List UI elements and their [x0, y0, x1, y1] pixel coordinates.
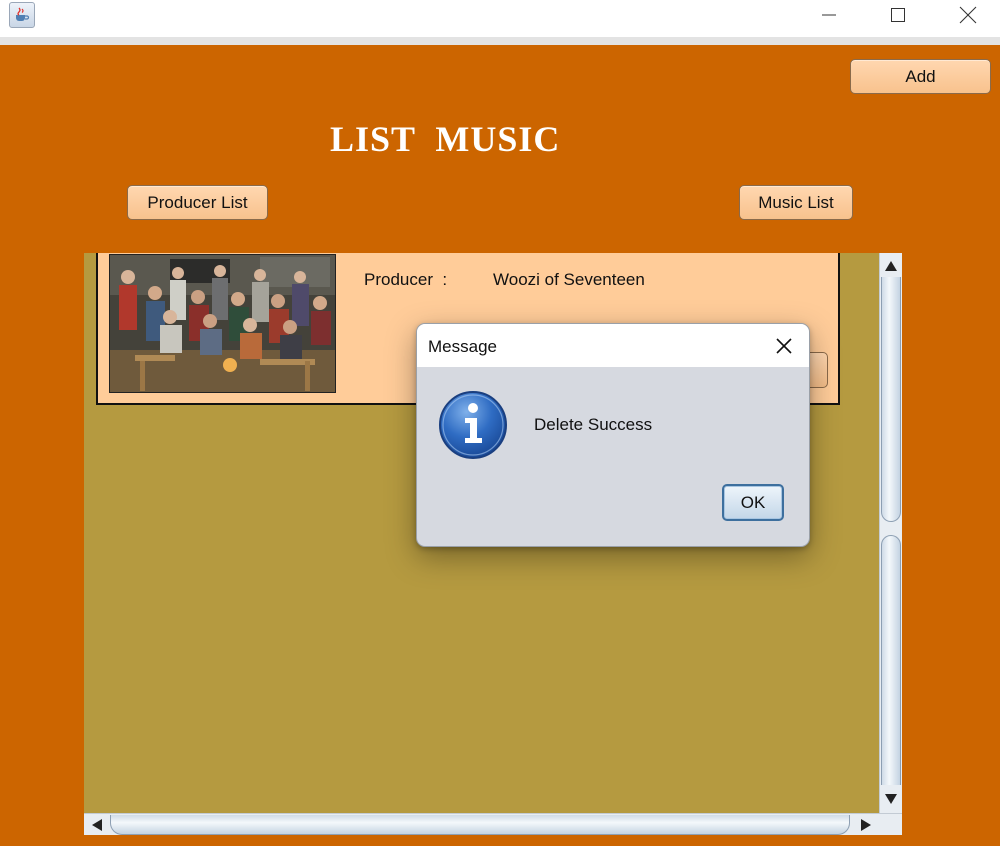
dialog-message: Delete Success: [534, 415, 653, 434]
minimize-button[interactable]: [806, 0, 852, 30]
ok-button[interactable]: OK: [722, 484, 784, 521]
album-photo: [109, 254, 336, 393]
close-button[interactable]: [945, 0, 991, 30]
maximize-icon: [891, 8, 905, 22]
vertical-scroll-thumb-top[interactable]: [881, 277, 901, 522]
close-icon: [959, 6, 977, 24]
producer-list-button[interactable]: Producer List: [127, 185, 268, 220]
scroll-left-icon[interactable]: [92, 819, 102, 831]
add-button[interactable]: Add: [850, 59, 991, 94]
horizontal-scrollbar[interactable]: [84, 813, 902, 835]
horizontal-scroll-thumb[interactable]: [110, 815, 850, 835]
producer-label: Producer :: [364, 270, 448, 289]
java-coffee-cup-icon[interactable]: [9, 2, 35, 28]
music-list-button[interactable]: Music List: [739, 185, 853, 220]
maximize-button[interactable]: [875, 0, 921, 30]
menu-strip: [0, 37, 1000, 45]
info-icon: [439, 391, 507, 459]
message-dialog: Message Delete Success OK: [416, 323, 810, 547]
dialog-close-button[interactable]: [769, 332, 799, 360]
minimize-icon: [822, 14, 836, 16]
scroll-up-icon[interactable]: [885, 261, 897, 271]
producer-name: Woozi of Seventeen: [493, 270, 645, 289]
vertical-scroll-thumb-bottom[interactable]: [881, 535, 901, 785]
dialog-titlebar: Message: [417, 324, 809, 367]
scroll-right-icon[interactable]: [861, 819, 871, 831]
page-title: LIST MUSIC: [330, 119, 561, 159]
scroll-down-icon[interactable]: [885, 794, 897, 804]
dialog-title: Message: [428, 337, 497, 356]
close-icon: [776, 338, 792, 354]
vertical-scrollbar[interactable]: [879, 253, 902, 813]
window-titlebar: [0, 0, 1000, 37]
